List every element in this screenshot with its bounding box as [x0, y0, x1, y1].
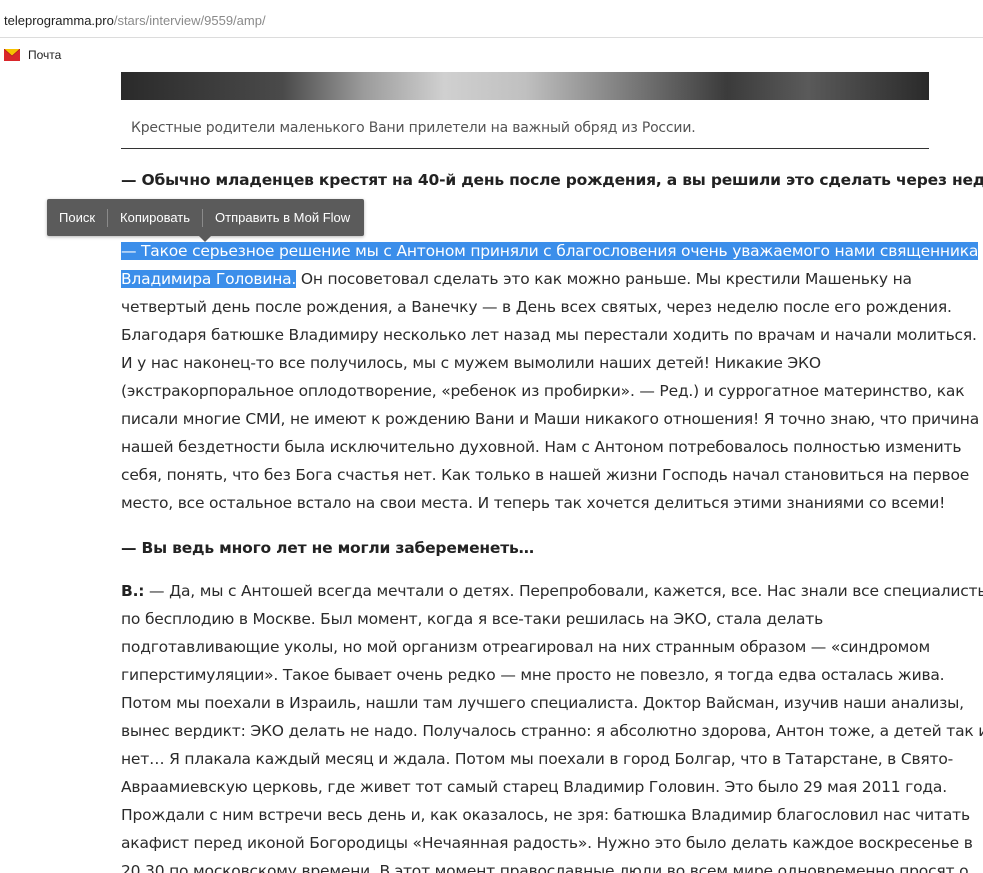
paragraph-line: акафист перед иконой Богородицы «Нечаянн…	[121, 834, 973, 852]
answer-paragraph-2: В.: — Да, мы с Антошей всегда мечтали о …	[121, 577, 983, 873]
selected-text: — Такое серьезное решение мы с Антоном п…	[121, 242, 979, 260]
paragraph-line: (экстракорпоральное оплодотворение, «реб…	[121, 382, 965, 400]
selected-text: Владимира Головина.	[121, 270, 297, 288]
bookmark-mail-label: Почта	[28, 48, 62, 62]
photo-caption: Крестные родители маленького Вани прилет…	[131, 120, 696, 136]
paragraph-line: подготавливающие уколы, но мой организм …	[121, 638, 930, 656]
interview-question-2: — Вы ведь много лет не могли забеременет…	[121, 539, 534, 557]
bookmarks-bar: Почта	[0, 38, 983, 72]
caption-divider	[121, 148, 929, 149]
paragraph-line: Потом мы поехали в Израиль, нашли там лу…	[121, 694, 964, 712]
paragraph-line: вынес вердикт: ЭКО делать не надо. Получ…	[121, 722, 983, 740]
paragraph-line: Благодаря батюшке Владимиру несколько ле…	[121, 326, 977, 344]
interview-question-1: — Обычно младенцев крестят на 40-й день …	[121, 171, 983, 189]
paragraph-text: Он посоветовал сделать это как можно ран…	[296, 270, 912, 288]
paragraph-line: четвертый день после рождения, а Ванечку…	[121, 298, 952, 316]
paragraph-line: место, все остальное встало на свои мест…	[121, 494, 946, 512]
paragraph-line: писали многие СМИ, не имеют к рождению В…	[121, 410, 979, 428]
article-photo	[121, 72, 929, 100]
paragraph-line: нашей бездетности была исключительно дух…	[121, 438, 962, 456]
paragraph-line: 20.30 по московскому времени. В этот мом…	[121, 862, 969, 873]
paragraph-line: гиперстимуляции». Такое бывает очень ред…	[121, 666, 945, 684]
popup-copy-button[interactable]: Копировать	[108, 209, 202, 227]
speaker-label: В.:	[121, 582, 145, 600]
url-text[interactable]: teleprogramma.pro/stars/interview/9559/a…	[4, 13, 266, 29]
paragraph-text: — Да, мы с Антошей всегда мечтали о детя…	[144, 582, 983, 600]
paragraph-line: себя, понять, что без Бога счастья нет. …	[121, 466, 970, 484]
paragraph-line: Авраамиевскую церковь, где живет тот сам…	[121, 778, 947, 796]
mail-icon	[4, 49, 20, 61]
popup-search-button[interactable]: Поиск	[47, 209, 107, 227]
answer-paragraph-1: — Такое серьезное решение мы с Антоном п…	[121, 237, 979, 517]
popup-send-flow-button[interactable]: Отправить в Мой Flow	[203, 209, 362, 227]
bookmark-mail[interactable]: Почта	[4, 47, 61, 63]
paragraph-line: Прождали с ним встречи весь день и, как …	[121, 806, 970, 824]
paragraph-line: нет… Я плакала каждый месяц и ждала. Пот…	[121, 750, 954, 768]
url-host: teleprogramma.pro	[4, 13, 114, 28]
paragraph-line: И у нас наконец-то все получилось, мы с …	[121, 354, 821, 372]
paragraph-line: по бесплодию в Москве. Был момент, когда…	[121, 610, 824, 628]
text-selection-popup: Поиск Копировать Отправить в Мой Flow	[47, 199, 364, 242]
url-path: /stars/interview/9559/amp/	[113, 13, 266, 28]
address-bar[interactable]: teleprogramma.pro/stars/interview/9559/a…	[0, 0, 983, 38]
